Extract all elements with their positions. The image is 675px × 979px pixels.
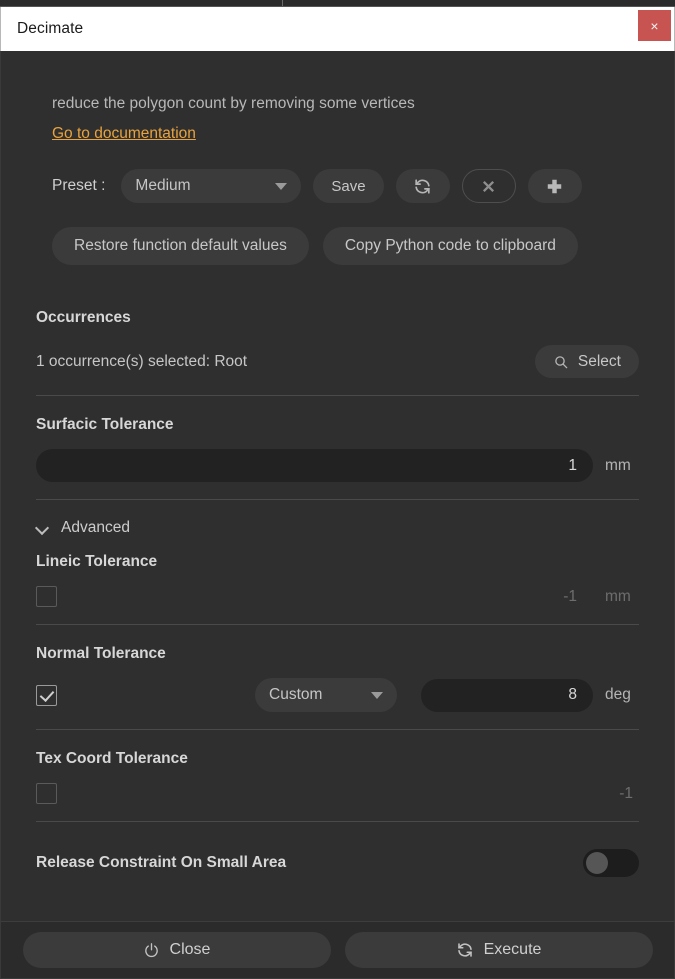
documentation-link[interactable]: Go to documentation xyxy=(52,125,196,143)
normal-tolerance-value: 8 xyxy=(568,686,577,704)
top-strip-right xyxy=(283,0,675,6)
top-strip-left xyxy=(0,0,283,6)
description-text: reduce the polygon count by removing som… xyxy=(52,51,639,113)
select-occurrences-button[interactable]: Select xyxy=(535,345,639,378)
execute-button[interactable]: Execute xyxy=(345,932,653,968)
close-window-button[interactable]: × xyxy=(638,10,671,41)
advanced-section-toggle[interactable]: Advanced xyxy=(36,519,639,537)
texcoord-tolerance-row: -1 xyxy=(36,783,639,804)
refresh-icon xyxy=(413,177,432,196)
power-icon xyxy=(143,942,160,959)
chevron-down-icon xyxy=(36,522,49,535)
lineic-tolerance-unit: mm xyxy=(605,588,639,606)
restore-defaults-label: Restore function default values xyxy=(74,237,287,255)
function-actions-row: Restore function default values Copy Pyt… xyxy=(52,227,639,265)
surfacic-tolerance-value: 1 xyxy=(568,457,577,475)
delete-icon xyxy=(480,178,497,195)
surfacic-tolerance-input[interactable]: 1 xyxy=(36,449,593,482)
release-constraint-row: Release Constraint On Small Area xyxy=(36,849,639,877)
occurrences-title: Occurrences xyxy=(36,309,639,327)
close-icon: × xyxy=(650,18,658,34)
texcoord-tolerance-value: -1 xyxy=(619,785,633,803)
lineic-tolerance-title: Lineic Tolerance xyxy=(36,553,639,571)
decimate-dialog: Decimate × reduce the polygon count by r… xyxy=(0,0,675,979)
divider-texcoord xyxy=(36,821,639,822)
titlebar: Decimate × xyxy=(0,7,675,51)
lineic-tolerance-checkbox[interactable] xyxy=(36,586,57,607)
divider-lineic xyxy=(36,624,639,625)
normal-tolerance-mode-value: Custom xyxy=(269,686,361,704)
close-button-label: Close xyxy=(170,941,211,959)
window-title: Decimate xyxy=(17,20,83,38)
normal-tolerance-mode-dropdown[interactable]: Custom xyxy=(255,678,397,712)
save-preset-label: Save xyxy=(331,178,365,195)
normal-tolerance-row: Custom 8 deg xyxy=(36,678,639,712)
dialog-body: reduce the polygon count by removing som… xyxy=(0,51,675,921)
save-preset-button[interactable]: Save xyxy=(313,169,383,203)
copy-python-code-button[interactable]: Copy Python code to clipboard xyxy=(323,227,578,265)
release-constraint-toggle[interactable] xyxy=(583,849,639,877)
preset-selected-value: Medium xyxy=(135,177,265,195)
divider-surfacic xyxy=(36,499,639,500)
divider-occurrences xyxy=(36,395,639,396)
occurrences-row: 1 occurrence(s) selected: Root Select xyxy=(36,345,639,378)
preset-label: Preset : xyxy=(52,177,105,195)
surfacic-tolerance-unit: mm xyxy=(605,457,639,475)
toggle-knob xyxy=(586,852,608,874)
execute-button-label: Execute xyxy=(484,941,542,959)
normal-tolerance-checkbox[interactable] xyxy=(36,685,57,706)
reload-preset-button[interactable] xyxy=(396,169,450,203)
normal-tolerance-title: Normal Tolerance xyxy=(36,645,639,663)
surfacic-tolerance-title: Surfacic Tolerance xyxy=(36,416,639,434)
release-constraint-label: Release Constraint On Small Area xyxy=(36,854,583,872)
delete-preset-button[interactable] xyxy=(462,169,516,203)
lineic-tolerance-value: -1 xyxy=(563,588,577,606)
window-top-strip xyxy=(0,0,675,7)
chevron-down-icon xyxy=(275,183,287,190)
copy-python-code-label: Copy Python code to clipboard xyxy=(345,237,556,255)
dialog-footer: Close Execute xyxy=(0,921,675,979)
refresh-icon xyxy=(456,941,474,959)
restore-defaults-button[interactable]: Restore function default values xyxy=(52,227,309,265)
plus-icon xyxy=(545,177,564,196)
normal-tolerance-input[interactable]: 8 xyxy=(421,679,593,712)
add-preset-button[interactable] xyxy=(528,169,582,203)
preset-row: Preset : Medium Save xyxy=(52,169,639,203)
lineic-tolerance-row: -1 mm xyxy=(36,586,639,607)
preset-dropdown[interactable]: Medium xyxy=(121,169,301,203)
normal-tolerance-unit: deg xyxy=(605,686,639,704)
search-icon xyxy=(553,354,569,370)
close-button[interactable]: Close xyxy=(23,932,331,968)
texcoord-tolerance-title: Tex Coord Tolerance xyxy=(36,750,639,768)
chevron-down-icon xyxy=(371,692,383,699)
select-occurrences-label: Select xyxy=(578,353,621,371)
surfacic-tolerance-row: 1 mm xyxy=(36,449,639,482)
texcoord-tolerance-checkbox[interactable] xyxy=(36,783,57,804)
advanced-label: Advanced xyxy=(61,519,130,537)
occurrences-status: 1 occurrence(s) selected: Root xyxy=(36,353,535,371)
divider-normal xyxy=(36,729,639,730)
